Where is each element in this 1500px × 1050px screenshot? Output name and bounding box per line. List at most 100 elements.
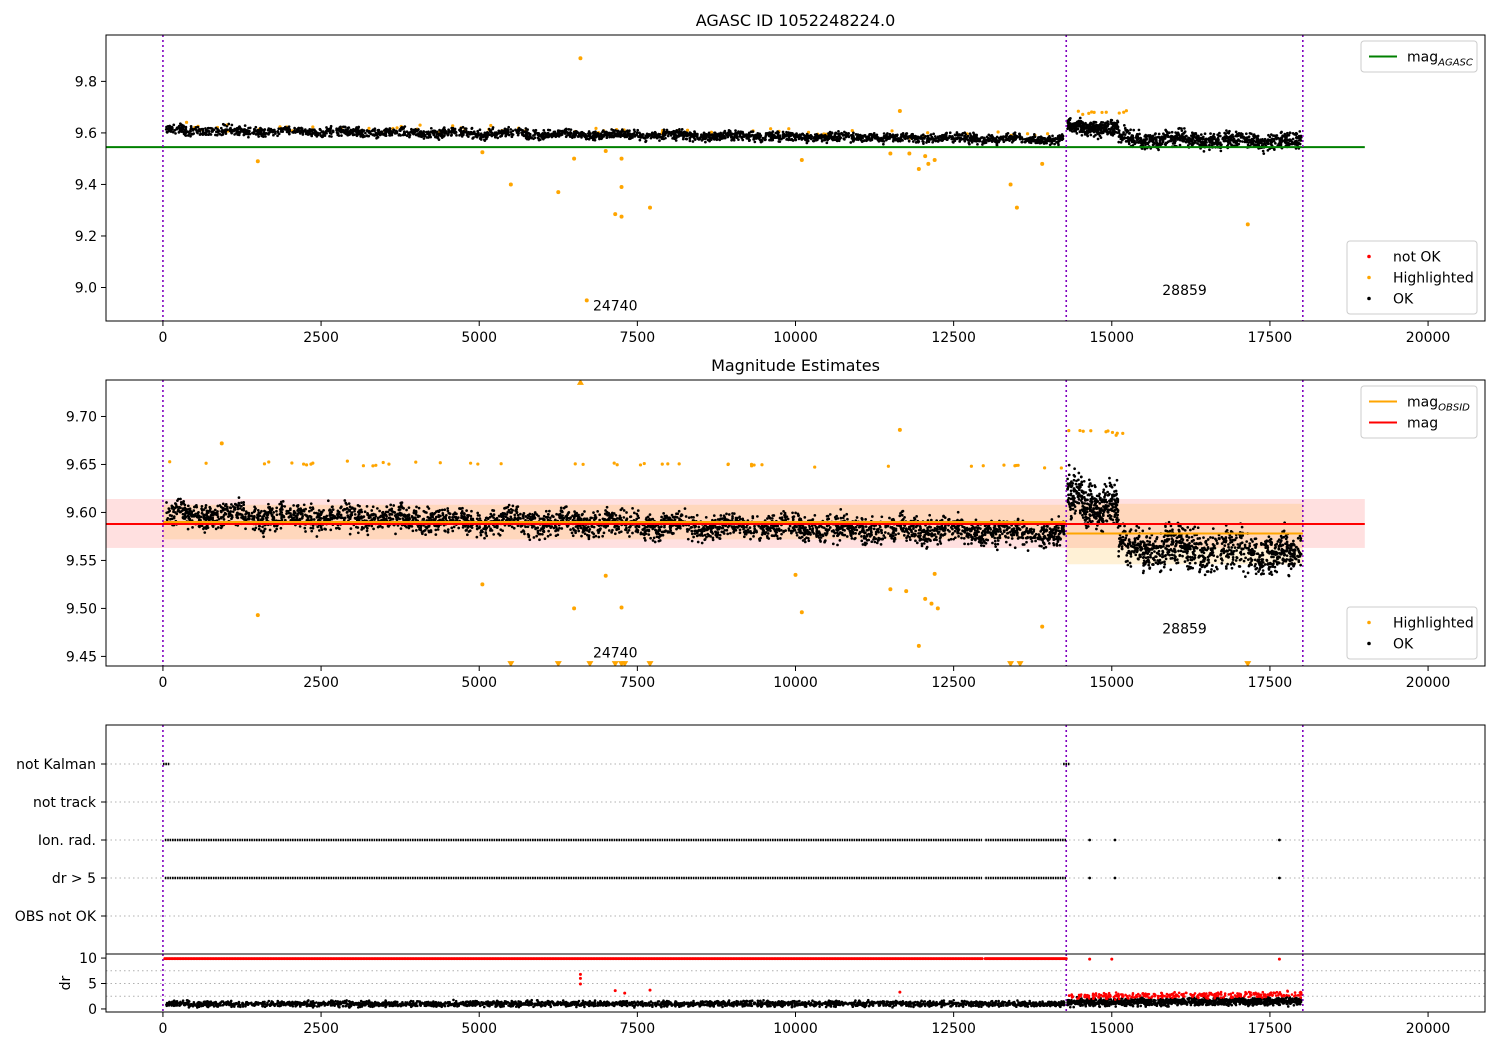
data-point bbox=[1143, 147, 1147, 151]
data-point bbox=[1092, 135, 1096, 138]
data-point bbox=[868, 137, 872, 141]
data-point bbox=[1180, 127, 1183, 130]
data-point bbox=[230, 123, 234, 127]
data-point bbox=[541, 135, 545, 138]
data-point bbox=[1110, 126, 1114, 130]
data-point bbox=[580, 136, 583, 139]
data-point bbox=[489, 123, 493, 128]
data-point bbox=[993, 536, 997, 540]
data-point bbox=[330, 135, 333, 138]
data-point bbox=[410, 127, 413, 131]
data-point bbox=[738, 132, 741, 136]
data-point bbox=[335, 127, 338, 131]
data-point bbox=[936, 542, 940, 546]
data-point bbox=[726, 462, 730, 467]
data-point bbox=[575, 130, 578, 133]
data-point bbox=[882, 142, 885, 146]
data-point bbox=[984, 138, 988, 142]
data-point bbox=[275, 513, 279, 517]
data-point bbox=[1194, 132, 1198, 135]
data-point bbox=[513, 513, 517, 517]
data-point bbox=[813, 465, 817, 469]
data-point bbox=[1299, 134, 1303, 138]
data-point bbox=[688, 136, 692, 140]
data-point bbox=[548, 516, 552, 520]
data-point bbox=[1215, 143, 1219, 147]
data-point bbox=[1117, 140, 1121, 144]
data-point bbox=[1056, 134, 1060, 138]
data-point bbox=[572, 606, 577, 611]
data-point bbox=[380, 131, 383, 134]
data-point bbox=[662, 131, 665, 135]
data-point bbox=[770, 132, 774, 135]
data-point bbox=[629, 136, 633, 140]
data-point bbox=[1209, 141, 1212, 144]
x-tick-label: 15000 bbox=[1090, 330, 1135, 346]
data-point bbox=[303, 526, 307, 530]
data-point bbox=[953, 137, 957, 140]
data-point bbox=[544, 133, 548, 137]
data-point bbox=[273, 132, 277, 135]
data-point bbox=[932, 132, 935, 136]
data-point bbox=[465, 528, 468, 532]
data-point bbox=[598, 137, 601, 141]
data-point bbox=[1002, 463, 1006, 467]
data-point bbox=[1183, 127, 1186, 130]
data-point bbox=[926, 139, 929, 142]
data-point bbox=[685, 132, 689, 136]
data-point bbox=[1223, 131, 1226, 135]
data-point bbox=[279, 128, 283, 132]
data-point bbox=[868, 133, 872, 136]
data-point bbox=[560, 133, 564, 136]
data-point bbox=[799, 610, 804, 615]
data-point bbox=[890, 129, 894, 133]
data-point bbox=[252, 132, 256, 135]
data-point bbox=[1192, 134, 1196, 137]
data-point bbox=[1117, 129, 1121, 132]
data-point bbox=[821, 135, 825, 139]
data-point bbox=[455, 133, 458, 137]
data-point bbox=[355, 134, 359, 138]
data-point bbox=[1190, 139, 1193, 143]
data-point bbox=[480, 150, 485, 155]
data-point bbox=[852, 131, 855, 135]
data-point bbox=[1035, 141, 1039, 145]
data-point bbox=[995, 135, 999, 139]
data-point bbox=[815, 133, 819, 137]
data-point bbox=[938, 134, 942, 138]
data-point bbox=[535, 534, 539, 538]
data-point bbox=[818, 135, 821, 138]
data-point bbox=[1158, 141, 1162, 145]
data-point bbox=[842, 137, 846, 140]
data-point bbox=[638, 131, 641, 135]
data-point bbox=[923, 135, 927, 139]
data-point bbox=[900, 134, 904, 138]
data-point bbox=[1110, 122, 1113, 126]
data-point bbox=[538, 517, 542, 521]
data-point bbox=[1236, 139, 1239, 143]
data-point bbox=[903, 137, 907, 141]
data-point bbox=[1110, 430, 1115, 435]
data-point bbox=[866, 135, 870, 139]
data-point bbox=[1137, 128, 1141, 132]
data-point bbox=[820, 139, 824, 143]
data-point bbox=[1124, 136, 1127, 140]
data-point bbox=[232, 128, 236, 132]
data-point bbox=[746, 137, 749, 140]
data-point bbox=[640, 135, 644, 139]
data-point bbox=[487, 131, 490, 135]
data-point bbox=[394, 131, 398, 135]
data-point bbox=[1177, 127, 1180, 130]
data-point bbox=[987, 139, 990, 143]
data-point bbox=[429, 126, 433, 130]
data-point bbox=[460, 130, 464, 134]
data-point bbox=[1038, 136, 1041, 139]
data-point bbox=[612, 130, 616, 134]
data-point bbox=[662, 134, 666, 138]
data-point bbox=[1180, 135, 1184, 139]
data-point bbox=[414, 460, 418, 464]
data-point bbox=[1229, 136, 1233, 140]
data-point bbox=[598, 134, 602, 138]
data-point bbox=[1287, 133, 1291, 137]
data-point bbox=[1101, 130, 1105, 133]
